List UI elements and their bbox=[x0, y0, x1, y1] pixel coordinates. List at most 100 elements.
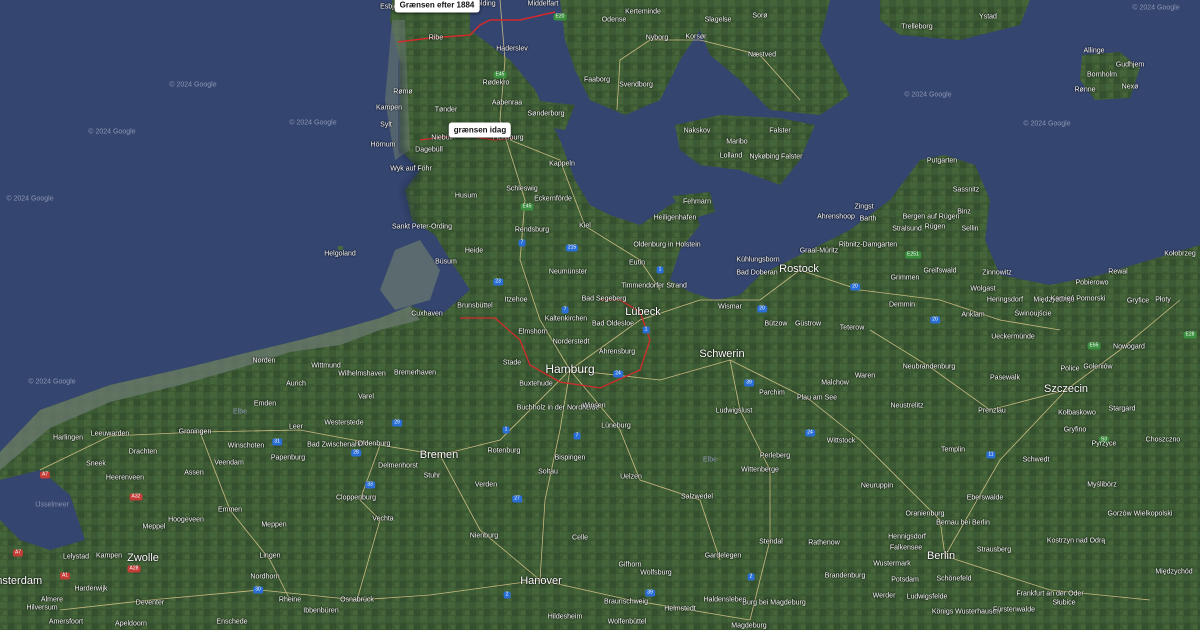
place-label[interactable]: Güstrow bbox=[795, 321, 821, 328]
place-label[interactable]: Neustrelitz bbox=[890, 403, 923, 410]
place-label[interactable]: Kühlungsborn bbox=[736, 257, 779, 264]
place-label[interactable]: Wilhelmshaven bbox=[338, 371, 385, 378]
place-label[interactable]: Kostrzyn nad Odrą bbox=[1047, 538, 1105, 545]
place-label[interactable]: Falster bbox=[769, 128, 790, 135]
place-label[interactable]: Police bbox=[1060, 366, 1079, 373]
place-label[interactable]: Sneek bbox=[86, 461, 106, 468]
place-label[interactable]: Oldenburg bbox=[358, 441, 391, 448]
place-label[interactable]: Barth bbox=[860, 216, 877, 223]
place-label[interactable]: Hoogeveen bbox=[168, 517, 204, 524]
place-label[interactable]: Międzychód bbox=[1155, 569, 1192, 576]
place-label[interactable]: Timmendorfer Strand bbox=[621, 283, 687, 290]
place-label[interactable]: Veendam bbox=[214, 460, 244, 467]
place-label[interactable]: Ahrenshoop bbox=[817, 214, 855, 221]
place-label[interactable]: Werder bbox=[873, 593, 896, 600]
place-label[interactable]: Rathenow bbox=[808, 540, 840, 547]
place-label[interactable]: Haldensleben bbox=[704, 597, 747, 604]
place-label[interactable]: Goleniów bbox=[1083, 364, 1112, 371]
place-label[interactable]: Westerstede bbox=[324, 420, 363, 427]
place-label[interactable]: Sellin bbox=[961, 226, 978, 233]
place-label[interactable]: Rewal bbox=[1108, 269, 1127, 276]
place-label[interactable]: Frankfurt an der Oder bbox=[1016, 591, 1083, 598]
place-label[interactable]: Wismar bbox=[718, 304, 742, 311]
place-label[interactable]: Itzehoe bbox=[505, 297, 528, 304]
place-label[interactable]: Papenburg bbox=[271, 455, 305, 462]
place-label[interactable]: Helgoland bbox=[324, 251, 356, 258]
place-label[interactable]: Sassnitz bbox=[953, 187, 979, 194]
place-label[interactable]: Celle bbox=[572, 535, 588, 542]
place-label[interactable]: Kiel bbox=[579, 223, 591, 230]
place-label[interactable]: Korsør bbox=[686, 34, 707, 41]
place-label[interactable]: Cuxhaven bbox=[411, 311, 443, 318]
place-label[interactable]: Nordhorn bbox=[250, 574, 279, 581]
place-label[interactable]: Plau am See bbox=[797, 395, 837, 402]
place-label[interactable]: Apeldoorn bbox=[115, 621, 147, 628]
place-label[interactable]: Nienburg bbox=[470, 533, 498, 540]
callout-border-1884[interactable]: Grænsen efter 1884 bbox=[394, 0, 480, 13]
place-label[interactable]: Trelleborg bbox=[901, 24, 932, 31]
place-label[interactable]: Eberswalde bbox=[967, 495, 1004, 502]
place-label[interactable]: Sønderborg bbox=[528, 111, 565, 118]
place-label[interactable]: Norderstedt bbox=[553, 339, 590, 346]
place-label[interactable]: Aabenraa bbox=[492, 100, 522, 107]
place-label[interactable]: Ribe bbox=[429, 35, 443, 42]
place-label[interactable]: Kamień Pomorski bbox=[1051, 296, 1106, 303]
place-label[interactable]: Lingen bbox=[259, 553, 280, 560]
place-label[interactable]: Zinnowitz bbox=[982, 270, 1012, 277]
place-label[interactable]: Rheine bbox=[279, 597, 301, 604]
place-label[interactable]: Perleberg bbox=[760, 453, 790, 460]
place-label[interactable]: Büsum bbox=[435, 259, 457, 266]
place-label[interactable]: Strausberg bbox=[977, 547, 1011, 554]
place-label[interactable]: Rügen bbox=[925, 224, 946, 231]
place-label[interactable]: Schönefeld bbox=[936, 576, 971, 583]
place-label[interactable]: Lüneburg bbox=[601, 423, 631, 430]
place-label[interactable]: Heringsdorf bbox=[987, 297, 1023, 304]
place-label[interactable]: Kołobrzeg bbox=[1164, 251, 1196, 258]
place-label[interactable]: Kerteminde bbox=[625, 9, 661, 16]
place-label[interactable]: Heerenveen bbox=[106, 475, 144, 482]
place-label[interactable]: Bad Segeberg bbox=[582, 296, 627, 303]
place-label[interactable]: Hanover bbox=[520, 575, 562, 587]
place-label[interactable]: Anklam bbox=[961, 312, 984, 319]
place-label[interactable]: Nexø bbox=[1122, 84, 1139, 91]
place-label[interactable]: Falkensee bbox=[890, 545, 922, 552]
place-label[interactable]: Nowogard bbox=[1113, 344, 1145, 351]
place-label[interactable]: Fürstenwalde bbox=[993, 607, 1035, 614]
place-label[interactable]: Wolgast bbox=[970, 286, 995, 293]
place-label[interactable]: Leeuwarden bbox=[91, 431, 130, 438]
place-label[interactable]: Delmenhorst bbox=[378, 463, 418, 470]
place-label[interactable]: Neuruppin bbox=[861, 483, 893, 490]
place-label[interactable]: Oranienburg bbox=[906, 511, 945, 518]
place-label[interactable]: Gryfino bbox=[1064, 427, 1087, 434]
place-label[interactable]: Buxtehude bbox=[519, 381, 552, 388]
place-label[interactable]: Waren bbox=[855, 373, 875, 380]
place-label[interactable]: Eckernförde bbox=[534, 196, 572, 203]
place-label[interactable]: Binz bbox=[957, 209, 971, 216]
place-label[interactable]: Emmen bbox=[218, 507, 242, 514]
place-label[interactable]: Hörnum bbox=[371, 142, 396, 149]
place-label[interactable]: Potsdam bbox=[891, 577, 919, 584]
place-label[interactable]: Malchow bbox=[821, 380, 849, 387]
place-label[interactable]: Verden bbox=[475, 482, 497, 489]
place-label[interactable]: Parchim bbox=[759, 390, 785, 397]
place-label[interactable]: Husum bbox=[455, 193, 477, 200]
place-label[interactable]: Wustermark bbox=[873, 561, 911, 568]
place-label[interactable]: Rønne bbox=[1074, 87, 1095, 94]
place-label[interactable]: Brunsbüttel bbox=[457, 303, 492, 310]
place-label[interactable]: Ueckermünde bbox=[991, 334, 1035, 341]
place-label[interactable]: Stralsund bbox=[892, 226, 922, 233]
place-label[interactable]: Elmshorn bbox=[518, 329, 548, 336]
place-label[interactable]: Aurich bbox=[286, 381, 306, 388]
place-label[interactable]: Cloppenburg bbox=[336, 495, 376, 502]
place-label[interactable]: Wittmund bbox=[311, 363, 341, 370]
place-label[interactable]: Templin bbox=[941, 447, 965, 454]
place-label[interactable]: Salzwedel bbox=[681, 494, 713, 501]
place-label[interactable]: Bornholm bbox=[1087, 72, 1117, 79]
place-label[interactable]: Hamburg bbox=[545, 362, 594, 376]
place-label[interactable]: Neubrandenburg bbox=[903, 364, 956, 371]
place-label[interactable]: Stargard bbox=[1109, 406, 1136, 413]
place-label[interactable]: Sylt bbox=[380, 122, 392, 129]
place-label[interactable]: Lelystad bbox=[63, 554, 89, 561]
place-label[interactable]: Dagebüll bbox=[415, 147, 443, 154]
place-label[interactable]: Königs Wusterhausen bbox=[932, 609, 1000, 616]
